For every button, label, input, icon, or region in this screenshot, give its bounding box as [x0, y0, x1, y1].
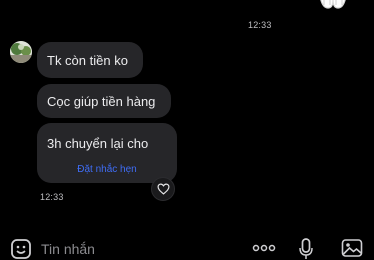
- message-composer: Tin nhắn: [0, 232, 374, 259]
- more-icon[interactable]: [252, 244, 276, 252]
- message-bubble[interactable]: Tk còn tiền ko: [37, 42, 143, 78]
- avatar-image: [10, 41, 32, 63]
- message-timestamp: 12:33: [248, 20, 272, 30]
- message-text: Cọc giúp tiền hàng: [47, 93, 156, 109]
- avatar[interactable]: [10, 41, 32, 63]
- message-text: Tk còn tiền ko: [47, 52, 128, 68]
- react-button[interactable]: [151, 177, 175, 201]
- partial-sticker-image[interactable]: [318, 0, 348, 12]
- message-bubble[interactable]: Cọc giúp tiền hàng: [37, 84, 171, 118]
- message-bubble[interactable]: 3h chuyển lại cho Đặt nhắc hẹn: [37, 123, 177, 183]
- set-reminder-link[interactable]: Đặt nhắc hẹn: [77, 161, 137, 178]
- message-input[interactable]: Tin nhắn: [41, 241, 95, 257]
- image-icon[interactable]: [341, 238, 363, 258]
- heart-icon: [156, 183, 170, 195]
- message-timestamp: 12:33: [40, 192, 64, 202]
- message-text: 3h chuyển lại cho: [47, 136, 149, 151]
